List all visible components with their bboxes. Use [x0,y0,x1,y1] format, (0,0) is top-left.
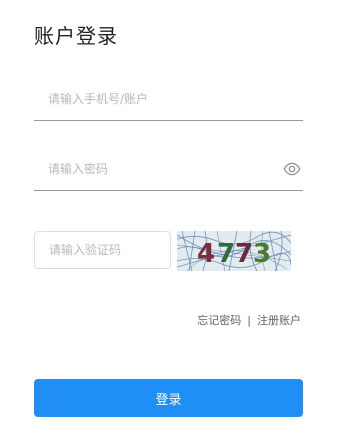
register-link[interactable]: 注册账户 [257,312,301,328]
password-input[interactable] [34,162,303,176]
captcha-char-1: 4 [197,239,215,269]
captcha-image[interactable]: 4 7 7 3 [177,231,291,271]
captcha-char-4: 3 [253,239,271,269]
captcha-char-2: 7 [217,239,235,269]
captcha-field [34,231,171,269]
captcha-graphic: 4 7 7 3 [177,231,291,271]
account-input[interactable] [34,92,303,106]
forgot-password-link[interactable]: 忘记密码 [197,312,241,328]
password-field [34,148,303,191]
captcha-char-3: 7 [235,239,253,269]
page-title: 账户登录 [34,24,118,48]
links-separator: | [247,313,251,327]
account-field [34,78,303,121]
eye-icon[interactable] [283,160,301,178]
auth-links: 忘记密码 | 注册账户 [197,312,301,328]
captcha-input[interactable] [35,242,170,258]
login-page: 账户登录 请输入手机号/账户 请输入验证码 4 7 7 3 忘记密码 | 注册账… [0,0,345,434]
login-button[interactable]: 登录 [34,379,303,417]
